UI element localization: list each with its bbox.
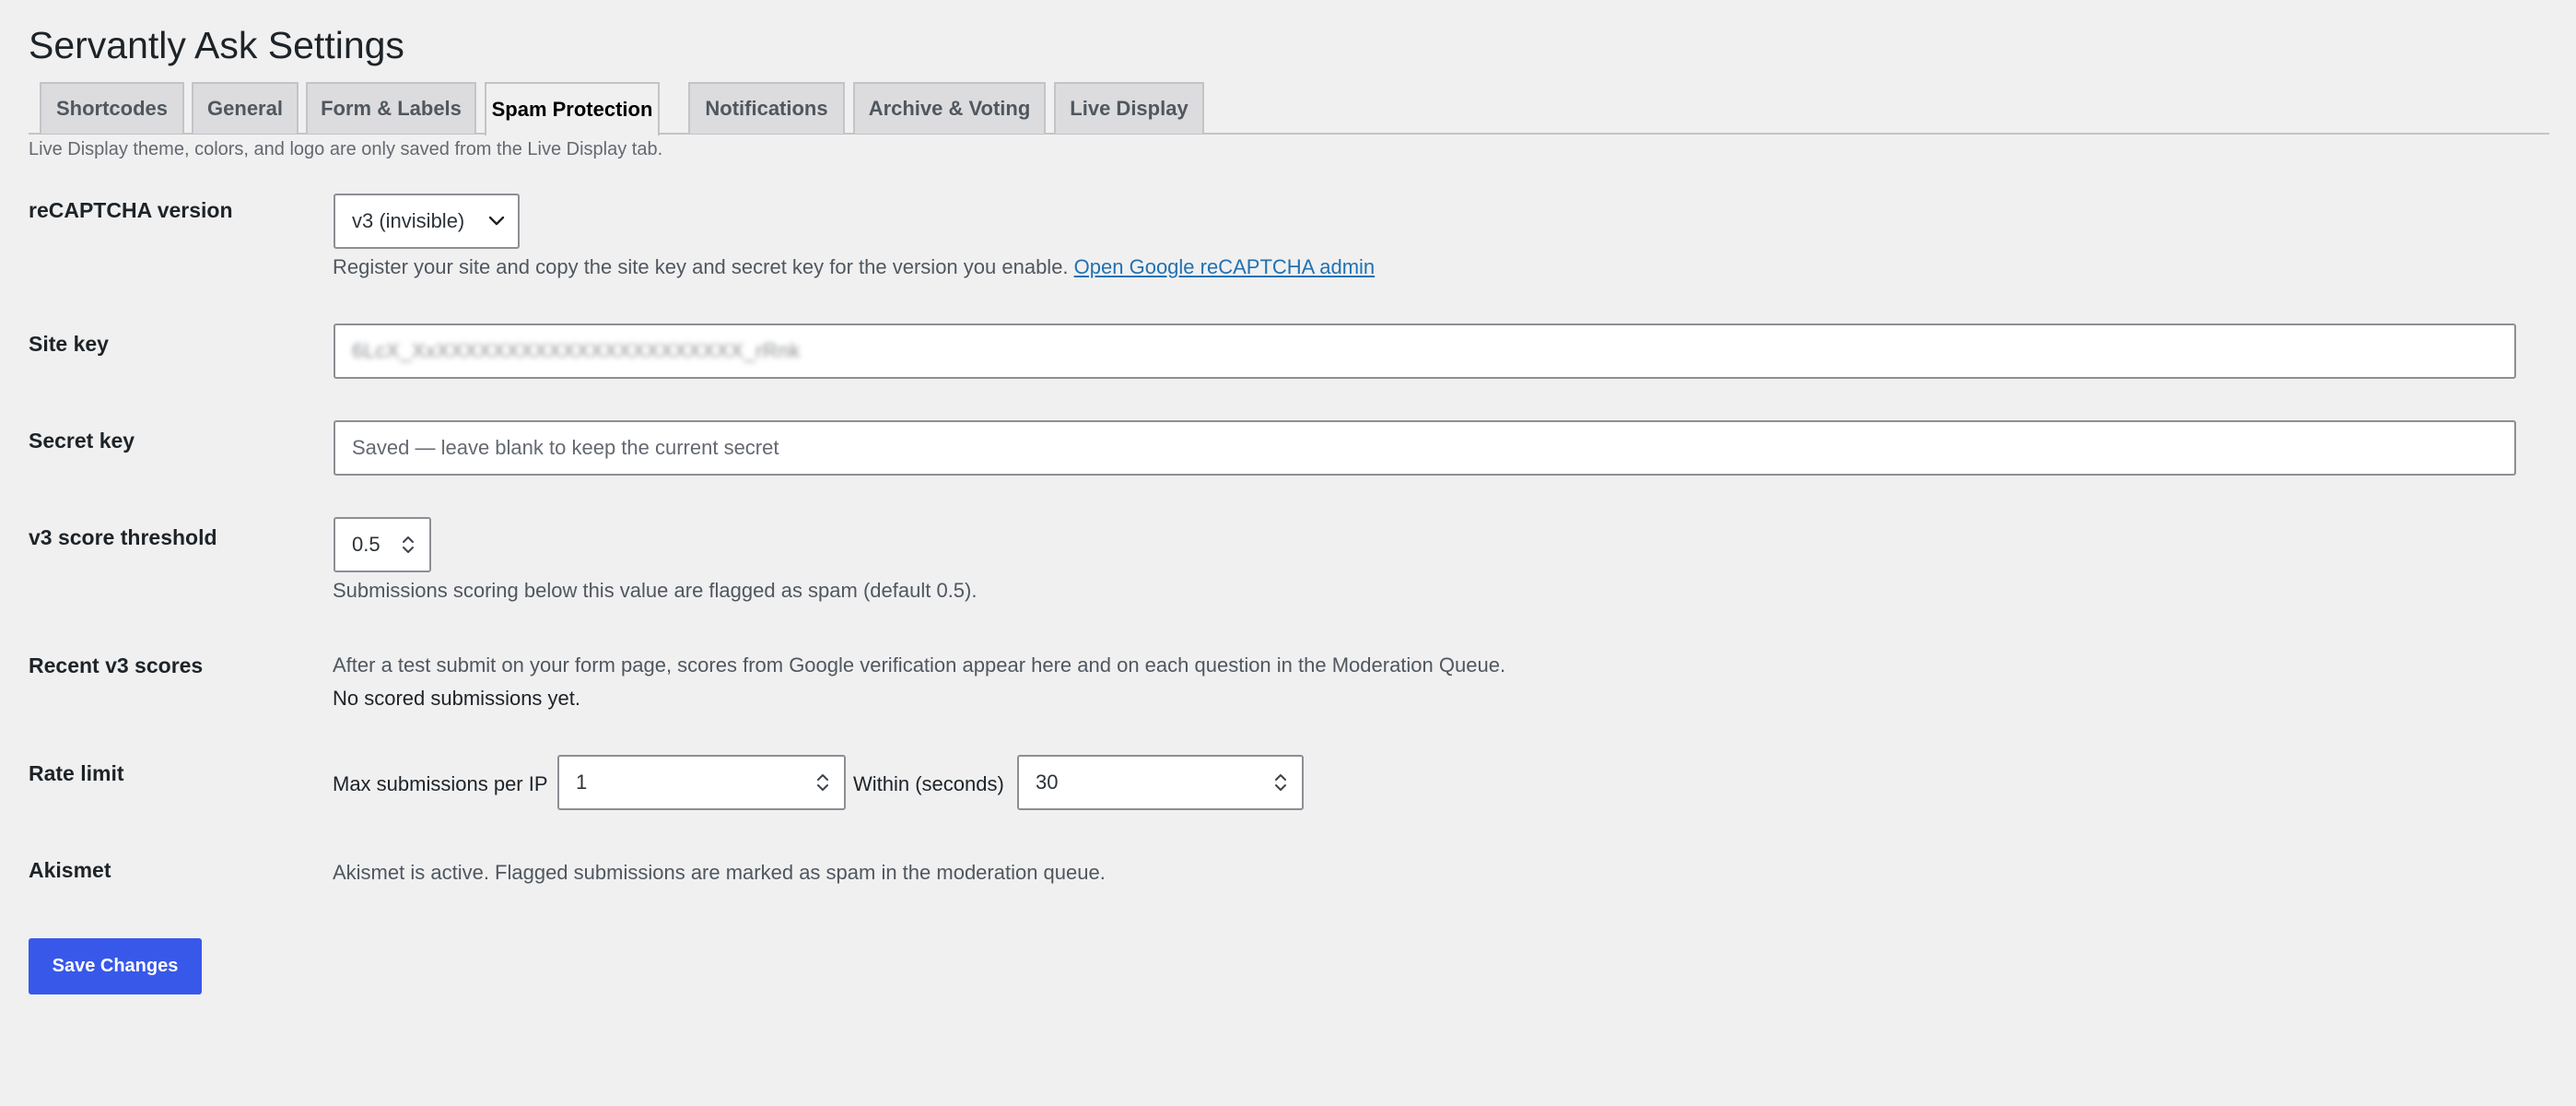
max-submissions-value: 1	[576, 771, 588, 794]
recent-scores-empty: No scored submissions yet.	[333, 687, 580, 710]
within-seconds-value: 30	[1036, 771, 1059, 794]
tab-spam-protection[interactable]: Spam Protection	[485, 82, 660, 135]
tab-bar: Shortcodes General Form & Labels Spam Pr…	[29, 82, 2549, 135]
recent-scores-help: After a test submit on your form page, s…	[333, 653, 1506, 677]
recaptcha-help: Register your site and copy the site key…	[333, 253, 1375, 281]
tab-live-display[interactable]: Live Display	[1054, 82, 1204, 134]
recent-scores-label: Recent v3 scores	[29, 653, 204, 677]
live-display-notice: Live Display theme, colors, and logo are…	[29, 139, 663, 159]
secret-key-placeholder: Saved — leave blank to keep the current …	[352, 436, 779, 459]
site-key-input[interactable]: 6LcX_XxXXXXXXXXXXXXXXXXXXXXXX_rRnk	[334, 324, 2516, 379]
akismet-status: Akismet is active. Flagged submissions a…	[333, 861, 1106, 884]
spinner-arrows-icon[interactable]	[1274, 772, 1287, 793]
within-seconds-input[interactable]: 30	[1017, 755, 1304, 810]
spinner-arrows-icon[interactable]	[816, 772, 829, 793]
secret-key-label: Secret key	[29, 429, 135, 453]
tab-shortcodes[interactable]: Shortcodes	[40, 82, 184, 134]
threshold-help: Submissions scoring below this value are…	[333, 579, 978, 602]
tab-archive-voting[interactable]: Archive & Voting	[853, 82, 1046, 134]
secret-key-input[interactable]: Saved — leave blank to keep the current …	[334, 420, 2516, 476]
threshold-input[interactable]: 0.5	[334, 517, 431, 572]
threshold-label: v3 score threshold	[29, 525, 217, 549]
site-key-label: Site key	[29, 332, 109, 356]
rate-limit-label: Rate limit	[29, 761, 124, 785]
tab-form-labels[interactable]: Form & Labels	[306, 82, 476, 134]
within-seconds-label: Within (seconds)	[853, 772, 1004, 795]
settings-page: Servantly Ask Settings Shortcodes Genera…	[0, 0, 2576, 1106]
site-key-value: 6LcX_XxXXXXXXXXXXXXXXXXXXXXXX_rRnk	[352, 339, 801, 362]
max-submissions-label: Max submissions per IP	[333, 772, 548, 795]
recaptcha-admin-link[interactable]: Open Google reCAPTCHA admin	[1074, 255, 1376, 278]
tab-general[interactable]: General	[192, 82, 299, 134]
tab-notifications[interactable]: Notifications	[688, 82, 845, 134]
recaptcha-version-select[interactable]: v3 (invisible)	[334, 194, 520, 249]
save-changes-button[interactable]: Save Changes	[29, 938, 202, 994]
recaptcha-help-text: Register your site and copy the site key…	[333, 255, 1069, 278]
recaptcha-version-label: reCAPTCHA version	[29, 198, 233, 222]
recaptcha-version-value: v3 (invisible)	[352, 209, 465, 232]
max-submissions-input[interactable]: 1	[557, 755, 846, 810]
threshold-value: 0.5	[352, 533, 381, 556]
akismet-label: Akismet	[29, 858, 111, 882]
chevron-down-icon	[488, 216, 505, 226]
page-title: Servantly Ask Settings	[29, 24, 404, 66]
spinner-arrows-icon[interactable]	[402, 535, 415, 555]
